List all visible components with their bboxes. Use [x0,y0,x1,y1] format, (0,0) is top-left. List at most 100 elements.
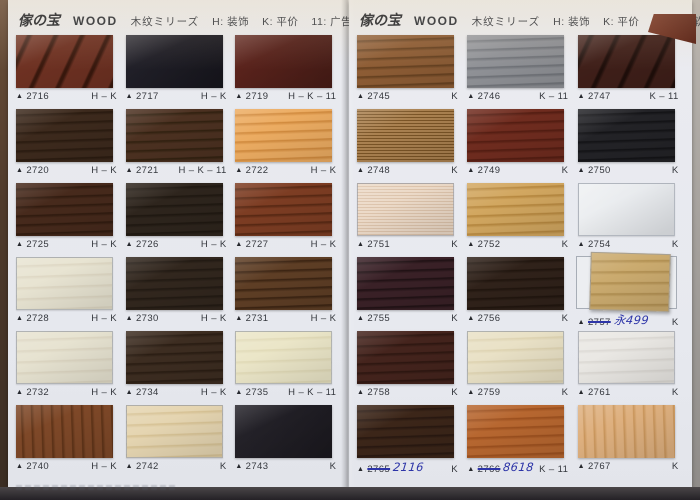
swatch-frame [126,257,223,310]
photo-right-edge [692,0,700,500]
sample-label: ▲2757永499K [578,313,681,329]
sample-label: ▲2717H – K [126,91,229,102]
wood-swatch-2748 [357,109,454,162]
sample-number: 2759 [478,387,501,398]
sample-label: ▲2720H – K [16,165,119,176]
sample-code: H – K [311,313,339,324]
sample-id: ▲2735 [235,387,268,398]
triangle-icon: ▲ [467,167,474,174]
sample-cell: ▲2755K [357,257,467,328]
sample-id: ▲2727 [235,239,268,250]
sample-cell: ▲2725H – K [16,183,126,254]
swatch-frame [235,35,332,88]
sample-code: H – K [201,239,229,250]
triangle-icon: ▲ [467,466,474,473]
sample-id: ▲2747 [578,91,611,102]
wood-swatch-2719 [235,35,332,88]
sample-id: ▲2728 [16,313,49,324]
handwritten-note: 永499 [613,312,650,328]
sample-number: 2749 [478,165,501,176]
swatch-frame [578,405,675,458]
sample-cell: ▲ 2749 K [467,109,577,180]
wood-swatch-2716 [16,35,113,88]
sample-code: K [672,461,681,472]
swatch-frame [578,183,675,236]
sample-number: 2765 [367,464,390,475]
sample-number: 2750 [588,165,611,176]
sample-label: ▲2759K [467,387,570,398]
sample-code: K [451,91,460,102]
sample-label: ▲2755K [357,313,460,324]
sample-cell: ▲2716H – K [16,35,126,106]
wood-swatch-2730 [126,257,223,310]
wood-swatch-2752 [467,183,564,236]
sample-number: 2757 [588,317,611,328]
sample-id: ▲2746 [467,91,500,102]
sample-number: 2735 [246,387,269,398]
wood-swatch-2717 [126,35,223,88]
sample-code: K [672,387,681,398]
swatch-frame [126,183,223,236]
swatch-frame [16,331,113,384]
sample-cell: ▲2734H – K [126,331,236,402]
swatch-frame [235,183,332,236]
wood-swatch-2720 [16,109,113,162]
sample-cell: ▲27668618K – 11 [467,405,577,476]
swatch-frame [467,405,564,458]
sample-cell: ▲2735 H – K – 11 [235,331,345,402]
triangle-icon: ▲ [16,315,23,322]
swatch-frame [578,35,675,88]
sample-id: ▲2767 [578,461,611,472]
sample-cell: ▲2720H – K [16,109,126,180]
sample-cell: ▲2727H – K [235,183,345,254]
swatch-frame [235,331,332,384]
sample-code: K [451,387,460,398]
sample-label: ▲2742K [126,461,229,472]
triangle-icon: ▲ [357,241,364,248]
wood-swatch-2727 [235,183,332,236]
sample-code: H – K [201,313,229,324]
sample-cell: ▲2732H – K [16,331,126,402]
sample-code: K [562,165,571,176]
sample-cell: ▲2756K [467,257,577,328]
sample-cell: ▲2754K [578,183,688,254]
sample-code: K – 11 [649,91,680,102]
triangle-icon: ▲ [578,241,585,248]
wood-swatch-2747 [578,35,675,88]
wood-swatch-2732 [16,331,113,384]
sample-id: ▲2757永499 [578,313,649,329]
sample-cell: ▲2722H – K [235,109,345,180]
sample-label: ▲2761K [578,387,681,398]
sample-code: H – K – 11 [288,387,338,398]
sample-code: K [451,165,460,176]
sample-code: H – K [311,165,339,176]
wood-swatch-2742 [126,405,223,458]
sample-label: ▲2722H – K [235,165,338,176]
sample-code: K – 11 [539,464,570,475]
triangle-icon: ▲ [16,167,23,174]
sample-code: K [330,461,339,472]
swatch-frame [467,35,564,88]
sample-cell: ▲2758K [357,331,467,402]
wood-swatch-2767 [578,405,675,458]
sample-number: 2734 [136,387,159,398]
wood-swatch-2765 [357,405,454,458]
sample-number: 2748 [367,165,390,176]
sample-number: 2755 [367,313,390,324]
sample-label: ▲2745K [357,91,460,102]
triangle-icon: ▲ [126,463,133,470]
sample-id: ▲2731 [235,313,268,324]
sample-cell: ▲2748K [357,109,467,180]
triangle-icon: ▲ [235,167,242,174]
triangle-icon: ▲ [126,389,133,396]
sample-id: ▲2720 [16,165,49,176]
swatch-frame [467,109,564,162]
sample-cell: ▲2728H – K [16,257,126,328]
sample-label: ▲27668618K – 11 [467,461,570,475]
triangle-icon: ▲ [357,93,364,100]
sample-id: ▲2734 [126,387,159,398]
swatch-frame [357,35,454,88]
sample-cell: ▲2743K [235,405,345,476]
sample-cell: ▲2742K [126,405,236,476]
triangle-icon: ▲ [126,167,133,174]
